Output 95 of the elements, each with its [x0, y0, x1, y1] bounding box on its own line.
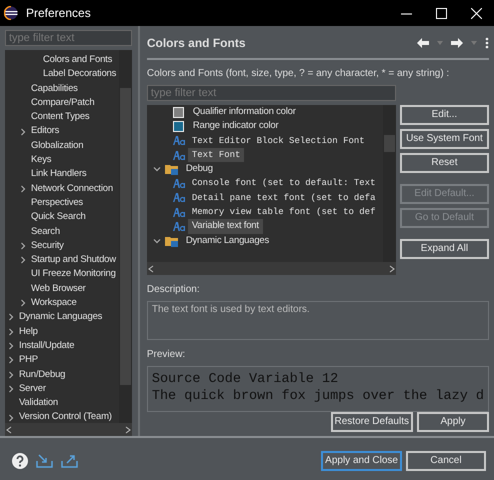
- expand-icon[interactable]: [19, 184, 27, 193]
- folder-icon: [164, 163, 179, 176]
- tree-item[interactable]: Startup and Shutdow: [31, 253, 116, 268]
- tree-item[interactable]: Text Editor Block Selection Font: [188, 134, 369, 148]
- font-icon: [172, 193, 185, 202]
- tree-item[interactable]: UI Freeze Monitoring: [31, 267, 116, 282]
- tree-item[interactable]: Help: [19, 324, 38, 339]
- tree-item[interactable]: Colors and Fonts: [43, 53, 112, 68]
- scroll-left-icon[interactable]: [5, 426, 13, 434]
- tree-item[interactable]: Quick Search: [31, 210, 86, 225]
- export-icon[interactable]: [61, 454, 78, 468]
- tree-item[interactable]: Perspectives: [31, 196, 83, 210]
- expand-icon[interactable]: [19, 256, 27, 264]
- tree-item[interactable]: Compare/Patch: [31, 96, 94, 110]
- preview-label: Preview:: [146, 348, 186, 362]
- tree-item[interactable]: Debug: [182, 162, 217, 176]
- tree-item[interactable]: PHP: [19, 353, 38, 368]
- folder-icon: [164, 234, 179, 247]
- dialog-button[interactable]: Apply and Close: [321, 451, 402, 471]
- expand-icon[interactable]: [7, 313, 15, 322]
- tree-item[interactable]: Link Handlers: [31, 167, 86, 182]
- tree-item[interactable]: Version Control (Team): [19, 410, 112, 424]
- scrollbar[interactable]: [118, 50, 132, 424]
- scroll-thumb[interactable]: [120, 88, 131, 385]
- font-icon: [172, 179, 185, 188]
- tree-item[interactable]: Server: [19, 382, 46, 396]
- scrollbar[interactable]: [382, 105, 396, 262]
- tree-item[interactable]: Text Font: [188, 148, 244, 162]
- scroll-right-icon[interactable]: [388, 264, 396, 273]
- expand-icon[interactable]: [7, 414, 15, 422]
- filter-field[interactable]: type filter text: [5, 30, 132, 46]
- back-arrow-icon[interactable]: [417, 38, 429, 48]
- page-title: Colors and Fonts: [146, 35, 246, 52]
- tree-item[interactable]: Dynamic Languages: [182, 234, 274, 248]
- tree-item[interactable]: Console font (set to default: Text: [188, 176, 380, 191]
- tree-item[interactable]: Validation: [19, 396, 58, 410]
- tree-item[interactable]: Label Decorations: [43, 67, 116, 82]
- tree-item[interactable]: Globalization: [31, 138, 84, 154]
- close-icon[interactable]: [471, 8, 482, 18]
- tree-item[interactable]: Variable text font: [188, 219, 263, 234]
- scroll-thumb[interactable]: [384, 135, 395, 152]
- apply-button[interactable]: Apply: [417, 412, 489, 432]
- expand-icon[interactable]: [7, 356, 15, 364]
- tree-item[interactable]: Run/Debug: [19, 368, 66, 382]
- filter-label: Colors and Fonts (font, size, type, ? = any character, * = any string) :: [146, 67, 450, 81]
- tree-item[interactable]: Web Browser: [31, 282, 86, 296]
- horizontal-scrollbar[interactable]: [5, 423, 132, 436]
- scroll-left-icon[interactable]: [146, 264, 155, 273]
- font-icon: [172, 208, 185, 217]
- app-icon: [4, 6, 18, 20]
- preview-line: The quick brown fox jumps over the lazy d: [152, 388, 484, 406]
- tree-item[interactable]: Workspace: [31, 296, 77, 310]
- expand-icon[interactable]: [19, 299, 27, 308]
- font-icon: [172, 136, 185, 146]
- description-label: Description:: [146, 283, 201, 298]
- scroll-right-icon[interactable]: [124, 426, 132, 434]
- preview-line: Source Code Variable 12: [152, 371, 340, 388]
- tree-item[interactable]: Security: [31, 238, 64, 254]
- description-box: The text font is used by text editors.: [146, 301, 489, 340]
- window-title: Preferences: [26, 5, 91, 22]
- import-icon[interactable]: [36, 454, 53, 468]
- collapse-icon[interactable]: [152, 236, 161, 245]
- filter-field[interactable]: type filter text: [146, 85, 396, 101]
- expand-icon[interactable]: [19, 128, 27, 136]
- tree-item[interactable]: Range indicator color: [188, 119, 282, 134]
- collapse-icon[interactable]: [152, 165, 161, 174]
- tree-item[interactable]: Network Connection: [31, 182, 113, 196]
- tree-item[interactable]: Detail pane text font (set to defa: [188, 190, 380, 206]
- font-icon: [172, 150, 185, 160]
- tree-item[interactable]: Install/Update: [19, 338, 74, 354]
- maximize-icon[interactable]: [436, 8, 447, 18]
- expand-icon[interactable]: [7, 328, 15, 336]
- tree-item[interactable]: Memory view table font (set to def: [188, 205, 380, 220]
- side-button[interactable]: Reset: [400, 153, 489, 173]
- forward-arrow-icon[interactable]: [451, 38, 463, 48]
- side-button[interactable]: Use System Font: [400, 129, 489, 149]
- restore-defaults-button[interactable]: Restore Defaults: [330, 412, 413, 432]
- tree-item[interactable]: Content Types: [31, 110, 90, 124]
- tree-item[interactable]: Dynamic Languages: [19, 310, 102, 325]
- side-button[interactable]: Expand All: [400, 239, 489, 259]
- tree-item[interactable]: Capabilities: [31, 82, 78, 96]
- tree-item[interactable]: Editors: [31, 124, 60, 139]
- expand-icon[interactable]: [7, 384, 15, 393]
- tree-item[interactable]: Qualifier information color: [188, 105, 300, 120]
- side-button[interactable]: Edit...: [400, 105, 489, 125]
- horizontal-scrollbar[interactable]: [146, 262, 396, 276]
- expand-icon[interactable]: [7, 370, 15, 379]
- expand-icon[interactable]: [19, 242, 27, 250]
- expand-icon[interactable]: [7, 342, 15, 350]
- tree-item[interactable]: Search: [31, 224, 60, 239]
- tree-item[interactable]: Keys: [31, 153, 52, 168]
- menu-icon[interactable]: [485, 37, 489, 49]
- font-icon: [172, 222, 185, 232]
- dialog-button[interactable]: Cancel: [406, 451, 486, 471]
- help-icon[interactable]: [12, 453, 28, 469]
